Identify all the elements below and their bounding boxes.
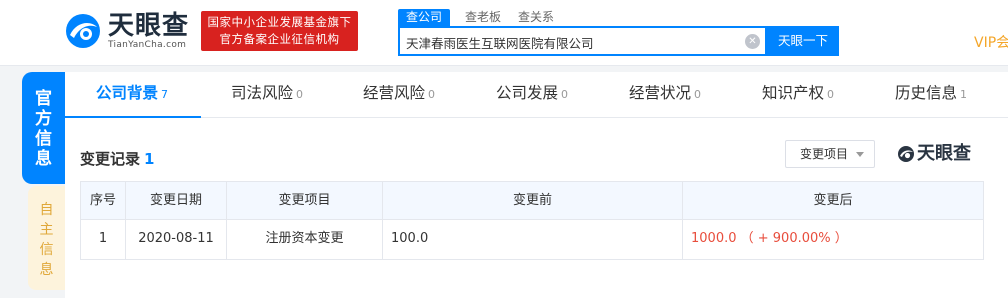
side-tab-char: 自 <box>39 202 54 218</box>
side-tab-self-info[interactable]: 自 主 信 息 <box>28 186 65 290</box>
official-badge[interactable]: 国家中小企业发展基金旗下 官方备案企业征信机构 <box>201 11 358 51</box>
tab-company-background[interactable]: 公司背景 7 <box>96 72 168 118</box>
logo-url: TianYanCha.com <box>108 40 187 50</box>
row-after-value: 1000.0 （ + 900.00% ） <box>691 231 848 246</box>
search-tab-boss[interactable]: 查老板 <box>465 9 501 26</box>
section-count: 1 <box>144 150 155 168</box>
search-input[interactable] <box>406 32 736 52</box>
brand-text: 天眼查 <box>917 143 971 164</box>
column-header: 变更前 <box>383 182 683 219</box>
section-title-text: 变更记录 <box>80 150 141 168</box>
tab-count: 0 <box>694 88 702 101</box>
filter-label: 变更项目 <box>800 147 849 161</box>
tab-operating-status[interactable]: 经营状况 0 <box>629 72 701 118</box>
badge-line-2: 官方备案企业征信机构 <box>219 32 340 46</box>
row-before-value: 100.0 <box>383 220 683 259</box>
side-tab-char: 息 <box>35 149 52 169</box>
top-header: 天眼查 TianYanCha.com 国家中小企业发展基金旗下 官方备案企业征信… <box>0 0 1008 66</box>
tab-label: 经营风险 <box>363 84 426 102</box>
column-header: 变更项目 <box>227 182 383 219</box>
search-tab-relation[interactable]: 查关系 <box>518 9 554 26</box>
side-tab-official-info[interactable]: 官 方 信 息 <box>22 72 65 184</box>
search-button[interactable]: 天眼一下 <box>767 26 839 56</box>
tab-label: 经营状况 <box>629 84 692 102</box>
caret-down-icon <box>856 152 864 157</box>
tab-count: 1 <box>960 88 968 101</box>
column-header: 序号 <box>81 182 126 219</box>
tab-count: 0 <box>296 88 304 101</box>
side-tab-char: 官 <box>35 89 52 109</box>
section-title: 变更记录 1 <box>80 148 154 169</box>
search-box: ✕ <box>398 26 767 56</box>
tab-operating-risk[interactable]: 经营风险 0 <box>363 72 435 118</box>
change-record-table: 序号 变更日期 变更项目 变更前 变更后 1 2020-08-11 注册资本变更… <box>80 181 984 260</box>
tab-intellectual-property[interactable]: 知识产权 0 <box>762 72 834 118</box>
main-panel: 公司背景 7 司法风险 0 经营风险 0 公司发展 0 经营状况 0 知识产权 0 历史信息… <box>65 72 1008 298</box>
table-row: 1 2020-08-11 注册资本变更 100.0 1000.0 （ + 900… <box>81 220 983 259</box>
tab-count: 0 <box>827 88 835 101</box>
tab-history-info[interactable]: 历史信息 1 <box>895 72 967 118</box>
tianyancha-logo[interactable]: 天眼查 TianYanCha.com <box>64 10 192 54</box>
tab-label: 知识产权 <box>762 84 825 102</box>
logo-eye-icon <box>898 146 914 162</box>
column-header: 变更后 <box>813 193 853 208</box>
category-tabs: 公司背景 7 司法风险 0 经营风险 0 公司发展 0 经营状况 0 知识产权 0 历史信息… <box>65 72 1008 118</box>
tab-label: 历史信息 <box>895 84 958 102</box>
active-tab-underline <box>65 116 201 118</box>
row-date: 2020-08-11 <box>126 220 227 259</box>
tab-legal-risk[interactable]: 司法风险 0 <box>231 72 303 118</box>
badge-line-1: 国家中小企业发展基金旗下 <box>207 15 352 29</box>
table-header-row: 序号 变更日期 变更项目 变更前 变更后 <box>81 182 983 220</box>
tab-count: 0 <box>428 88 436 101</box>
tab-label: 司法风险 <box>231 84 294 102</box>
vip-link[interactable]: VIP会 <box>974 32 1008 52</box>
logo-text: 天眼查 <box>108 11 190 41</box>
logo-eye-icon <box>66 14 100 48</box>
column-header: 变更日期 <box>126 182 227 219</box>
side-tab-char: 息 <box>39 262 54 278</box>
tab-label: 公司背景 <box>96 84 159 102</box>
row-change-item: 注册资本变更 <box>227 220 383 259</box>
side-tab-char: 方 <box>35 109 52 129</box>
search-tab-company[interactable]: 查公司 <box>398 9 451 26</box>
tab-company-development[interactable]: 公司发展 0 <box>496 72 568 118</box>
tab-count: 7 <box>161 88 169 101</box>
side-tab-char: 信 <box>39 242 54 258</box>
side-tab-char: 信 <box>35 129 52 149</box>
clear-icon[interactable]: ✕ <box>745 34 760 49</box>
row-index: 1 <box>81 220 126 259</box>
side-tab-char: 主 <box>39 222 54 238</box>
change-item-filter[interactable]: 变更项目 <box>785 140 875 168</box>
tab-count: 0 <box>561 88 569 101</box>
tab-label: 公司发展 <box>496 84 559 102</box>
